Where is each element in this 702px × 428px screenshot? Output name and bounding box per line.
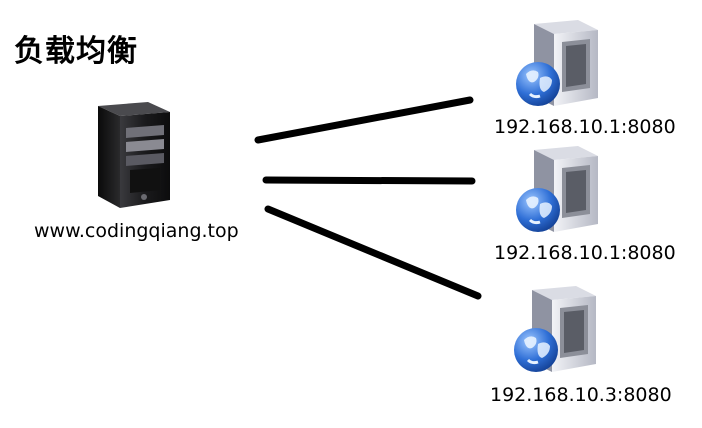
connector-line-3 — [264, 205, 482, 300]
server-node-2 — [508, 142, 610, 242]
server-label-2: 192.168.10.1:8080 — [494, 242, 676, 264]
server-label-1: 192.168.10.1:8080 — [494, 116, 676, 138]
load-balancer-node — [86, 100, 178, 212]
load-balancer-label: www.codingqiang.top — [34, 220, 239, 242]
server-node-1 — [508, 16, 610, 116]
server-label-3: 192.168.10.3:8080 — [490, 384, 672, 406]
tower-server-icon — [98, 102, 170, 208]
connector-line-2 — [262, 176, 476, 185]
globe-server-icon — [516, 146, 598, 232]
globe-server-icon — [514, 286, 596, 372]
globe-server-icon — [516, 20, 598, 106]
server-node-3 — [506, 282, 608, 382]
connector-line-1 — [254, 96, 474, 144]
